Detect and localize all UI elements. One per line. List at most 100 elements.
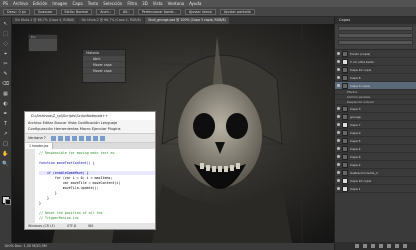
layer-thumbnail bbox=[342, 50, 348, 57]
tool-icon[interactable]: ⌖ bbox=[2, 51, 10, 58]
option-chip[interactable]: Suavizar bbox=[33, 8, 57, 15]
tool-icon[interactable]: ↖ bbox=[2, 21, 10, 28]
layer-row[interactable]: ilustración-tema_1 bbox=[335, 169, 416, 177]
layer-name: Capa 3 bbox=[350, 106, 361, 111]
notepad-menu-line-3[interactable]: Ventana ? bbox=[28, 136, 46, 140]
option-chip[interactable]: Ajustar pantalla bbox=[219, 8, 255, 15]
document-tab[interactable]: Skull_grunge.psd @ 100% (Capa 3 copia, R… bbox=[144, 17, 229, 24]
app-logo[interactable]: PS bbox=[3, 1, 8, 6]
layer-mask-icon[interactable] bbox=[371, 244, 375, 248]
visibility-eye-icon[interactable] bbox=[337, 107, 340, 110]
tool-icon[interactable]: ↗ bbox=[2, 131, 10, 138]
layer-style-icon[interactable] bbox=[363, 244, 367, 248]
layer-thumbnail bbox=[342, 177, 348, 184]
background-color-swatch[interactable] bbox=[5, 199, 11, 205]
new-group-icon[interactable] bbox=[387, 244, 391, 248]
link-layers-icon[interactable] bbox=[355, 244, 359, 248]
menu-item-1[interactable]: Archivo bbox=[13, 1, 28, 6]
visibility-eye-icon[interactable] bbox=[337, 131, 340, 134]
visibility-eye-icon[interactable] bbox=[337, 52, 340, 55]
notepad-menu-line-2[interactable]: Configuración Herramientas Macro Ejecuta… bbox=[28, 126, 155, 132]
save-icon[interactable] bbox=[64, 135, 70, 141]
tool-icon[interactable]: ✒ bbox=[2, 111, 10, 118]
visibility-eye-icon[interactable] bbox=[337, 68, 340, 71]
layer-thumbnail bbox=[342, 66, 348, 73]
cut-icon[interactable] bbox=[92, 135, 98, 141]
option-chip[interactable]: Estilo: Normal bbox=[60, 8, 93, 15]
tool-icon[interactable]: □ bbox=[2, 141, 10, 148]
layer-row[interactable]: grunge bbox=[335, 113, 416, 121]
menu-item-10[interactable]: Ventana bbox=[168, 1, 184, 6]
menu-item-9[interactable]: Vista bbox=[153, 1, 163, 6]
delete-layer-icon[interactable] bbox=[403, 244, 407, 248]
layer-row[interactable]: Capa 4 bbox=[335, 145, 416, 153]
option-chip[interactable]: Perfeccionar borde... bbox=[137, 8, 181, 15]
visibility-eye-icon[interactable] bbox=[337, 123, 340, 126]
visibility-eye-icon[interactable] bbox=[337, 139, 340, 142]
tool-icon[interactable]: ✎ bbox=[2, 71, 10, 78]
option-chip[interactable]: Ajustar lienzo bbox=[184, 8, 216, 15]
save-all-icon[interactable] bbox=[71, 135, 77, 141]
tool-icon[interactable]: T bbox=[2, 121, 10, 128]
tool-icon[interactable]: ◐ bbox=[2, 101, 10, 108]
visibility-eye-icon[interactable] bbox=[337, 171, 340, 174]
copy-icon[interactable] bbox=[99, 135, 105, 141]
layer-row[interactable]: Capa 3 copia bbox=[335, 82, 416, 90]
option-chip[interactable]: Anch.: bbox=[96, 8, 115, 15]
tool-icon[interactable]: ◌ bbox=[2, 41, 10, 48]
option-chip[interactable]: Alt.: bbox=[118, 8, 134, 15]
layer-row[interactable]: Capa 7 bbox=[335, 121, 416, 129]
lock-controls[interactable] bbox=[338, 40, 413, 45]
layer-row[interactable]: Capa 5 bbox=[335, 137, 416, 145]
tool-icon[interactable]: ✂ bbox=[2, 61, 10, 68]
visibility-eye-icon[interactable] bbox=[337, 76, 340, 79]
tool-icon[interactable]: ✋ bbox=[2, 151, 10, 158]
document-tab[interactable]: Sin título-1 @ 66,7% (Capa 4, RGB/8) bbox=[12, 17, 78, 24]
menu-item-5[interactable]: Texto bbox=[88, 1, 99, 6]
close-icon[interactable] bbox=[78, 135, 84, 141]
menu-bar: PS Archivo Edición Imagen Capa Texto Selección… bbox=[0, 0, 416, 7]
tool-icon[interactable]: ⬚ bbox=[2, 31, 10, 38]
new-file-icon[interactable] bbox=[50, 135, 56, 141]
visibility-eye-icon[interactable] bbox=[337, 155, 340, 158]
layer-row[interactable]: Capa 2 bbox=[335, 161, 416, 169]
history-item[interactable]: Mover capa bbox=[83, 68, 125, 74]
menu-item-7[interactable]: Filtro bbox=[127, 1, 137, 6]
layer-row[interactable]: Fondo (copia) bbox=[335, 50, 416, 58]
tool-icon[interactable]: 🔍 bbox=[2, 161, 10, 168]
layer-row[interactable]: Capa 1 bbox=[335, 185, 416, 193]
open-file-icon[interactable] bbox=[57, 135, 63, 141]
menu-item-3[interactable]: Imagen bbox=[52, 1, 67, 6]
menu-item-2[interactable]: Edición bbox=[33, 1, 47, 6]
layer-row[interactable]: Capa 8 bbox=[335, 74, 416, 82]
layer-filter-bar[interactable] bbox=[338, 26, 413, 31]
visibility-eye-icon[interactable] bbox=[337, 187, 340, 190]
visibility-eye-icon[interactable] bbox=[337, 115, 340, 118]
menu-item-6[interactable]: Selección bbox=[103, 1, 122, 6]
layer-row[interactable]: Capa 6 bbox=[335, 153, 416, 161]
print-icon[interactable] bbox=[85, 135, 91, 141]
layer-row[interactable]: Capa 3 bbox=[335, 105, 416, 113]
menu-item-4[interactable]: Capa bbox=[72, 1, 82, 6]
visibility-eye-icon[interactable] bbox=[337, 60, 340, 63]
code-editor[interactable]: // Responsible for moving main text ac fu… bbox=[25, 149, 155, 223]
visibility-eye-icon[interactable] bbox=[337, 163, 340, 166]
visibility-eye-icon[interactable] bbox=[337, 84, 340, 87]
menu-item-8[interactable]: 3D bbox=[142, 1, 148, 6]
layer-row[interactable]: Capa 9 bbox=[335, 129, 416, 137]
visibility-eye-icon[interactable] bbox=[337, 179, 340, 182]
blend-mode-select[interactable] bbox=[338, 33, 413, 38]
document-tab[interactable]: Sin título-2 @ 66,7% (Capa 2, RGB/8) bbox=[78, 17, 144, 24]
option-chip[interactable]: Desv.: 0 px bbox=[3, 8, 30, 15]
history-panel: Historia Abrir Mover capa Mover capa bbox=[82, 49, 126, 83]
tool-icon[interactable]: ⌫ bbox=[2, 81, 10, 88]
adjustment-layer-icon[interactable] bbox=[379, 244, 383, 248]
layer-row[interactable]: T. mi ultra texto bbox=[335, 58, 416, 66]
new-layer-icon[interactable] bbox=[395, 244, 399, 248]
visibility-eye-icon[interactable] bbox=[337, 147, 340, 150]
layer-row[interactable]: Capa 10 copia bbox=[335, 177, 416, 185]
layer-row[interactable]: Capa 10 copia bbox=[335, 66, 416, 74]
menu-item-11[interactable]: Ayuda bbox=[189, 1, 201, 6]
floating-mini-panel: Pro bbox=[28, 34, 58, 52]
tool-icon[interactable]: ▦ bbox=[2, 91, 10, 98]
